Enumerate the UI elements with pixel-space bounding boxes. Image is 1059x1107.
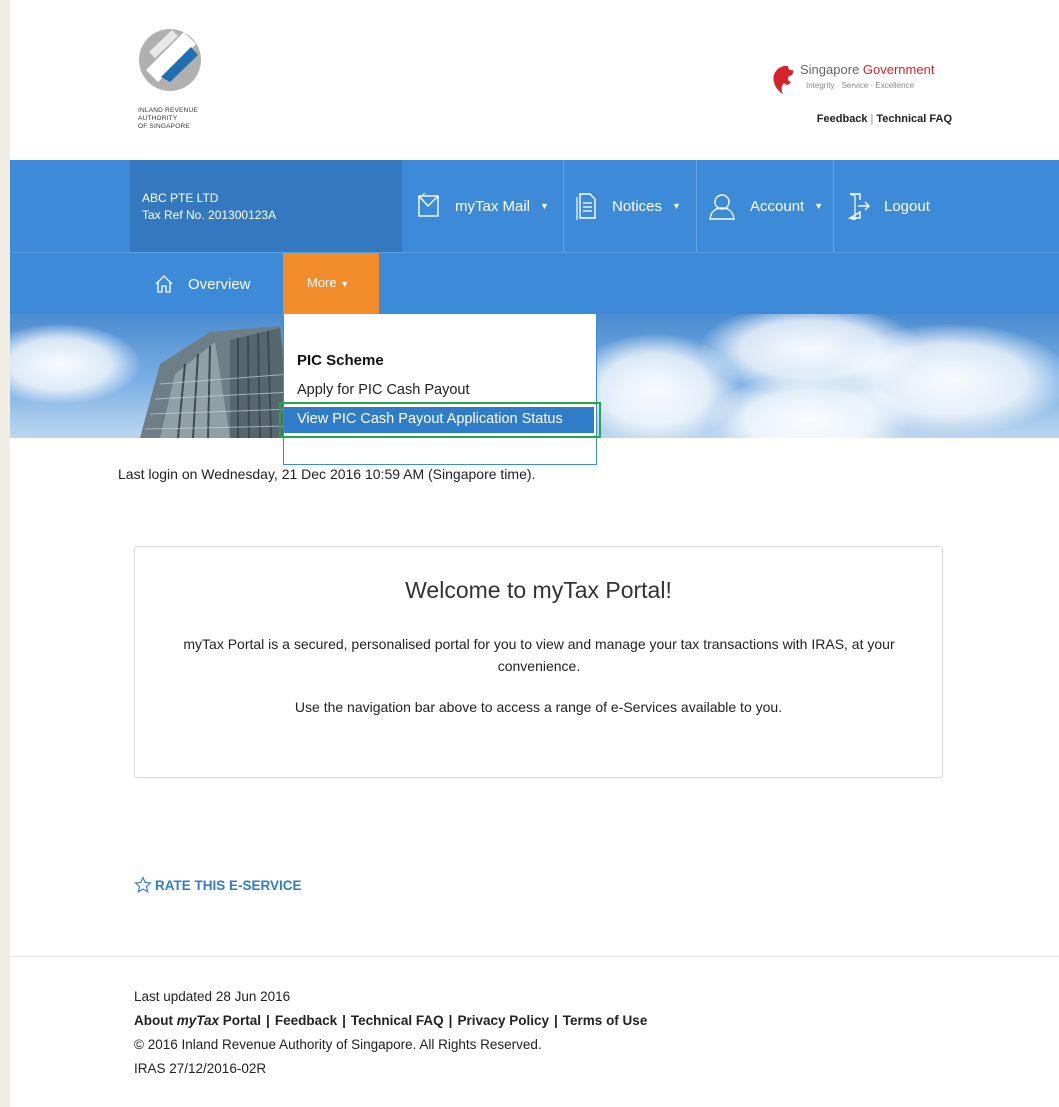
- tax-ref-number: Tax Ref No. 201300123A: [142, 208, 277, 222]
- gov-title: Singapore Government: [800, 62, 934, 77]
- subnav-more-label: More: [307, 275, 337, 290]
- nav-notices[interactable]: Notices ▼: [576, 160, 681, 252]
- footer-link-separator: |: [448, 1013, 453, 1028]
- copyright-text: © 2016 Inland Revenue Authority of Singa…: [134, 1037, 542, 1052]
- site-footer: Last updated 28 Jun 2016 About myTax Por…: [134, 985, 647, 1081]
- welcome-title: Welcome to myTax Portal!: [405, 577, 672, 603]
- logo-line-1: INLAND REVENUE: [138, 107, 198, 114]
- cloud-shape: [10, 324, 140, 404]
- nav-account-label: Account: [750, 197, 805, 215]
- footer-terms-of-use-link[interactable]: Terms of Use: [563, 1013, 648, 1028]
- company-name: ABC PTE LTD: [142, 191, 219, 205]
- dropdown-section-title: PIC Scheme: [297, 352, 384, 369]
- chevron-down-icon: ▼: [814, 201, 824, 211]
- header-link-separator: |: [870, 113, 874, 125]
- nav-divider: [833, 160, 834, 252]
- mail-icon: [417, 193, 441, 219]
- welcome-description: myTax Portal is a secured, personalised …: [183, 636, 895, 674]
- header-technical-faq-link[interactable]: Technical FAQ: [876, 113, 952, 125]
- highlight-frame: [279, 402, 601, 438]
- about-suffix: Portal: [219, 1013, 262, 1028]
- lion-head-icon: [770, 64, 796, 101]
- iras-logo-icon[interactable]: [134, 22, 204, 107]
- last-updated-text: Last updated 28 Jun 2016: [134, 989, 291, 1004]
- logout-icon: [848, 192, 870, 220]
- star-icon: [134, 876, 152, 894]
- menu-item-apply-pic-cash-payout[interactable]: Apply for PIC Cash Payout: [297, 382, 469, 398]
- notices-icon: [576, 192, 598, 220]
- about-italic: myTax: [176, 1013, 220, 1028]
- footer-link-separator: |: [342, 1013, 346, 1028]
- nav-divider: [563, 160, 564, 252]
- top-navigation: ABC PTE LTD Tax Ref No. 201300123A myTax…: [10, 160, 1059, 252]
- about-prefix: About: [134, 1013, 177, 1028]
- sub-navigation: Overview More ▼: [10, 252, 1059, 315]
- footer-about-link[interactable]: About myTax Portal: [134, 1013, 261, 1028]
- singapore-government-logo: Singapore Government Integrity · Service…: [770, 62, 970, 102]
- footer-feedback-link[interactable]: Feedback: [275, 1013, 337, 1028]
- nav-logout-label: Logout: [884, 197, 930, 215]
- footer-link-separator: |: [266, 1013, 270, 1028]
- user-icon: [708, 192, 736, 220]
- logo-line-3: OF SINGAPORE: [138, 123, 190, 130]
- footer-privacy-policy-link[interactable]: Privacy Policy: [457, 1013, 549, 1028]
- footer-link-separator: |: [554, 1013, 558, 1028]
- nav-mytax-mail[interactable]: myTax Mail ▼: [417, 160, 549, 252]
- footer-technical-faq-link[interactable]: Technical FAQ: [351, 1013, 444, 1028]
- footer-divider: [10, 956, 1059, 957]
- welcome-panel: Welcome to myTax Portal! myTax Portal is…: [134, 546, 943, 778]
- rate-eservice-link[interactable]: RATE THIS E-SERVICE: [134, 876, 302, 894]
- more-dropdown-menu: PIC Scheme Apply for PIC Cash Payout Vie…: [283, 314, 597, 465]
- rate-eservice-label: RATE THIS E-SERVICE: [155, 877, 302, 893]
- welcome-instructions: Use the navigation bar above to access a…: [294, 699, 783, 715]
- nav-account[interactable]: Account ▼: [708, 160, 823, 252]
- nav-logout[interactable]: Logout: [848, 160, 930, 252]
- account-info: ABC PTE LTD Tax Ref No. 201300123A: [130, 160, 402, 252]
- logo-line-2: AUTHORITY: [138, 115, 178, 122]
- iras-logo-text: INLAND REVENUE AUTHORITY OF SINGAPORE: [138, 107, 198, 131]
- footer-links: About myTax Portal | Feedback | Technical FA…: [134, 1009, 647, 1033]
- site-header: INLAND REVENUE AUTHORITY OF SINGAPORE Si…: [10, 0, 1059, 160]
- page: INLAND REVENUE AUTHORITY OF SINGAPORE Si…: [10, 0, 1059, 1107]
- header-feedback-link[interactable]: Feedback: [817, 113, 868, 125]
- chevron-down-icon: ▼: [540, 201, 549, 211]
- subnav-overview-label: Overview: [188, 275, 251, 293]
- nav-divider: [696, 160, 697, 252]
- last-login-text: Last login on Wednesday, 21 Dec 2016 10:…: [118, 466, 536, 482]
- building-image: [140, 326, 295, 438]
- nav-mytax-mail-label: myTax Mail: [455, 197, 531, 215]
- subnav-more-button[interactable]: More ▼: [283, 253, 379, 315]
- chevron-down-icon: ▼: [672, 201, 681, 211]
- gov-title-part2: Government: [862, 62, 935, 77]
- chevron-down-icon: ▼: [340, 279, 350, 289]
- subnav-overview[interactable]: Overview: [154, 253, 251, 315]
- home-icon: [154, 274, 174, 294]
- gov-tagline: Integrity · Service · Excellence: [806, 81, 915, 90]
- gov-title-part1: Singapore: [800, 62, 860, 77]
- nav-notices-label: Notices: [612, 197, 663, 215]
- version-text: IRAS 27/12/2016-02R: [134, 1061, 267, 1076]
- header-links: Feedback | Technical FAQ: [817, 113, 952, 125]
